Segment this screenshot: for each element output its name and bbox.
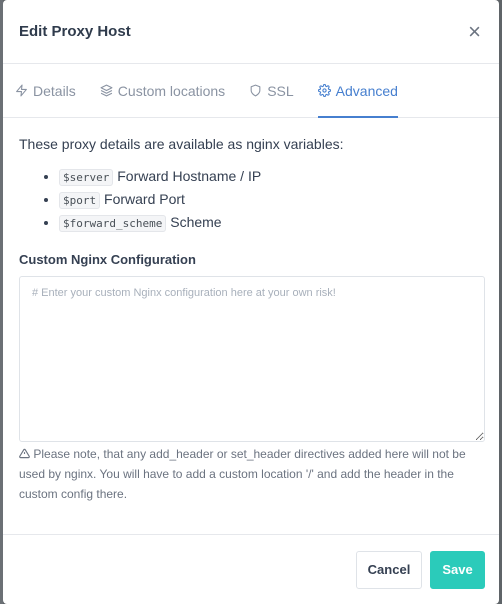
- shield-icon: [250, 84, 261, 97]
- gear-icon: [317, 84, 331, 97]
- tab-details-label: Details: [33, 82, 76, 99]
- tab-ssl-label: SSL: [267, 82, 294, 99]
- custom-nginx-config-label: Custom Nginx Configuration: [19, 252, 196, 267]
- tab-ssl[interactable]: SSL: [249, 64, 294, 117]
- header-directives-note: Please note, that any add_header or set_…: [19, 444, 479, 504]
- advanced-tab-panel: These proxy details are available as ngi…: [3, 118, 499, 504]
- list-item: $server Forward Hostname / IP: [59, 167, 483, 187]
- tab-bar: Details Custom locations SSL Advanced: [3, 64, 499, 118]
- list-item: $port Forward Port: [59, 190, 483, 210]
- header-directives-note-text: Please note, that any add_header or set_…: [19, 447, 466, 501]
- tab-advanced[interactable]: Advanced: [317, 64, 399, 118]
- zap-icon: [16, 84, 27, 97]
- cancel-button[interactable]: Cancel: [356, 550, 422, 589]
- layers-icon: [100, 84, 113, 97]
- close-icon[interactable]: ×: [468, 20, 481, 43]
- custom-nginx-config-textarea[interactable]: [19, 276, 485, 442]
- save-button[interactable]: Save: [430, 550, 485, 589]
- edit-proxy-host-dialog: Edit Proxy Host × Details Custom locatio…: [3, 0, 499, 604]
- tab-custom-locations[interactable]: Custom locations: [100, 64, 225, 117]
- warning-icon: [19, 448, 30, 459]
- variable-code: $port: [59, 192, 101, 209]
- tab-details[interactable]: Details: [15, 64, 76, 117]
- variables-intro-text: These proxy details are available as ngi…: [19, 136, 344, 152]
- variable-description: Scheme: [170, 214, 222, 230]
- tab-advanced-label: Advanced: [335, 82, 398, 99]
- dialog-header: Edit Proxy Host ×: [3, 0, 499, 64]
- dialog-footer: Cancel Save: [3, 534, 499, 604]
- variable-description: Forward Port: [104, 191, 185, 207]
- dialog-title: Edit Proxy Host: [19, 23, 131, 40]
- tab-custom-locations-label: Custom locations: [117, 82, 226, 99]
- variable-description: Forward Hostname / IP: [117, 168, 262, 184]
- variable-code: $forward_scheme: [59, 215, 167, 232]
- variables-list: $server Forward Hostname / IP $port Forw…: [19, 167, 483, 233]
- variable-code: $server: [59, 169, 114, 186]
- list-item: $forward_scheme Scheme: [59, 213, 483, 233]
